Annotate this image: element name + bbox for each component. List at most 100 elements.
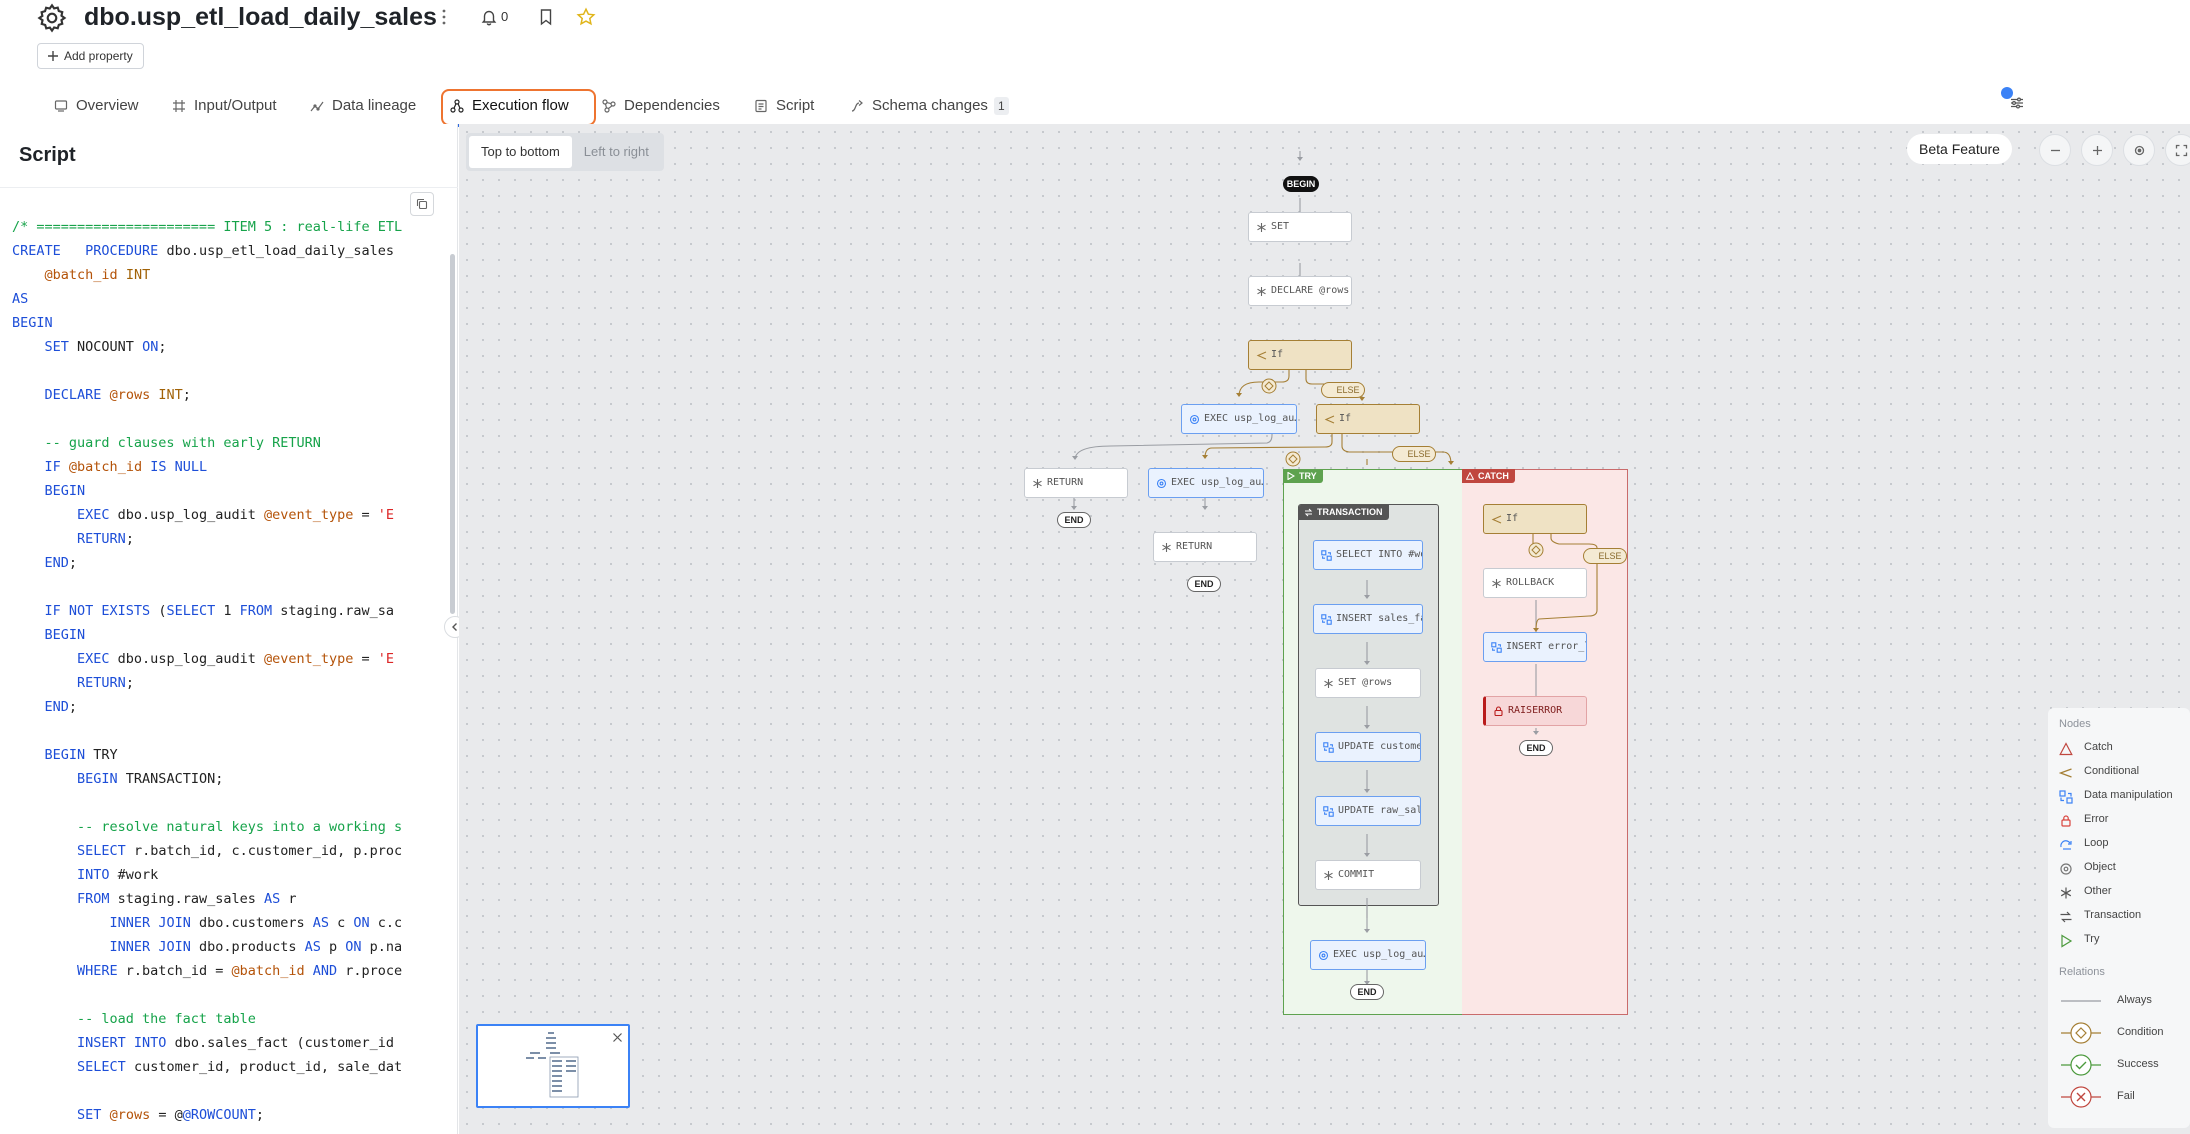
code-token: @rows (109, 1107, 151, 1123)
code-token: c.c (369, 915, 403, 931)
raiserror-node[interactable]: RAISERROR (1483, 696, 1587, 726)
code-token: @rows (109, 387, 151, 403)
code-token: DECLARE (44, 387, 102, 403)
bookmark-icon[interactable] (538, 8, 554, 26)
schema-changes-badge: 1 (994, 97, 1009, 115)
legend-label: Loop (2084, 837, 2109, 849)
end-node[interactable]: END (1519, 740, 1553, 756)
node-label: UPDATE custome… (1338, 741, 1421, 752)
end-node[interactable]: END (1350, 984, 1384, 1000)
close-icon[interactable] (612, 1032, 623, 1043)
code-token: = (353, 651, 378, 667)
more-options-icon[interactable] (436, 6, 452, 28)
code-token: END (44, 699, 69, 715)
code-token: AS (304, 939, 321, 955)
gear-icon[interactable] (36, 2, 68, 34)
minimap[interactable] (476, 1024, 630, 1108)
other-icon (1033, 479, 1042, 488)
code-token: = (353, 507, 378, 523)
success-line-icon (2061, 1054, 2101, 1076)
bell-icon[interactable] (480, 8, 498, 26)
exec-log-audit-node[interactable]: EXEC usp_log_au… (1310, 940, 1426, 970)
update-customer-node[interactable]: UPDATE custome… (1315, 732, 1421, 762)
set-rows-node[interactable]: SET @rows (1315, 668, 1421, 698)
fail-line-icon (2061, 1086, 2101, 1108)
execution-flow-icon (450, 99, 464, 113)
schema-changes-icon (851, 100, 863, 112)
other-icon (2060, 887, 2072, 899)
code-token: = @ (150, 1107, 183, 1123)
code-token: dbo.usp_etl_load_daily_sales (158, 243, 395, 259)
update-raw-sales-node[interactable]: UPDATE raw_sal… (1315, 796, 1421, 826)
code-token: SET (44, 339, 69, 355)
code-token: #work (109, 867, 159, 883)
code-line: SELECT customer_id, product_id, sale_dat (12, 1057, 402, 1077)
data-manipulation-icon (2059, 790, 2073, 804)
code-token: p (320, 939, 346, 955)
code-token: END (44, 555, 69, 571)
return-node[interactable]: RETURN (1153, 532, 1257, 562)
rollback-node[interactable]: ROLLBACK (1483, 568, 1587, 598)
code-line: INNER JOIN dbo.products AS p ON p.na (12, 937, 403, 957)
set-node[interactable]: SET (1248, 212, 1352, 242)
node-label: INSERT sales_fa… (1336, 613, 1423, 624)
select-into-node[interactable]: SELECT INTO #wo… (1313, 540, 1423, 570)
code-token: ; (125, 531, 134, 547)
execution-flow-canvas[interactable]: Top to bottom Left to right Beta Feature… (459, 124, 2190, 1134)
script-code[interactable]: /* ====================== ITEM 5 : real-… (0, 217, 410, 1134)
overview-icon (54, 100, 68, 112)
node-label: EXEC usp_log_au… (1204, 413, 1297, 424)
code-token: EXEC (77, 651, 110, 667)
exec-log-audit-node[interactable]: EXEC usp_log_au… (1148, 468, 1264, 498)
tab-label: Overview (76, 97, 139, 114)
insert-error-log-node[interactable]: INSERT error_l… (1483, 632, 1587, 662)
code-token: @event_type (263, 507, 354, 523)
node-label: RETURN (1047, 477, 1084, 488)
code-token: dbo.customers (190, 915, 313, 931)
code-token: BEGIN (44, 627, 86, 643)
star-icon[interactable] (576, 7, 596, 27)
code-token: dbo.sales_fact (customer_id (166, 1035, 395, 1051)
add-property-button[interactable]: Add property (37, 43, 144, 69)
minimap-preview (526, 1032, 579, 1098)
declare-node[interactable]: DECLARE @rows (1248, 276, 1352, 306)
end-node[interactable]: END (1057, 512, 1091, 528)
code-token: INNER JOIN (109, 939, 191, 955)
begin-node[interactable]: BEGIN (1283, 176, 1319, 192)
code-token: p.na (361, 939, 403, 955)
code-token: EXEC (77, 507, 110, 523)
node-label: If (1271, 349, 1284, 360)
commit-node[interactable]: COMMIT (1315, 860, 1421, 890)
exec-log-audit-node[interactable]: EXEC usp_log_au… (1181, 404, 1297, 434)
insert-sales-fact-node[interactable]: INSERT sales_fa… (1313, 604, 1423, 634)
node-label: If (1339, 413, 1352, 424)
if-node[interactable]: If (1483, 504, 1587, 534)
code-token: customer_id, product_id, sale_dat (125, 1059, 403, 1075)
copy-script-button[interactable] (410, 192, 434, 216)
if-node[interactable]: If (1248, 340, 1352, 370)
other-icon (1492, 579, 1501, 588)
code-line: IF NOT EXISTS (SELECT 1 FROM staging.raw… (12, 601, 395, 621)
other-icon (1162, 543, 1171, 552)
return-node[interactable]: RETURN (1024, 468, 1128, 498)
script-scrollbar[interactable] (450, 254, 455, 614)
legend-conditional: Conditional (2059, 764, 2189, 782)
object-tabs: Overview Input/Output Data lineage Execu… (42, 90, 2142, 124)
code-token: 1 (215, 603, 240, 619)
settings-sliders-icon[interactable] (2010, 96, 2024, 110)
code-token: staging.raw_sa (272, 603, 395, 619)
end-node[interactable]: END (1187, 576, 1221, 592)
other-icon (1324, 871, 1333, 880)
code-token: WHERE (77, 963, 118, 979)
code-token: ON (353, 915, 370, 931)
data-manipulation-icon (1321, 614, 1332, 625)
else-edge-label: ELSE (1321, 382, 1365, 398)
code-line: IF @batch_id IS NULL (12, 457, 208, 477)
code-token: @batch_id (44, 267, 118, 283)
code-token: ; (68, 555, 78, 571)
if-node[interactable]: If (1316, 404, 1420, 434)
code-token: AS (312, 915, 330, 931)
